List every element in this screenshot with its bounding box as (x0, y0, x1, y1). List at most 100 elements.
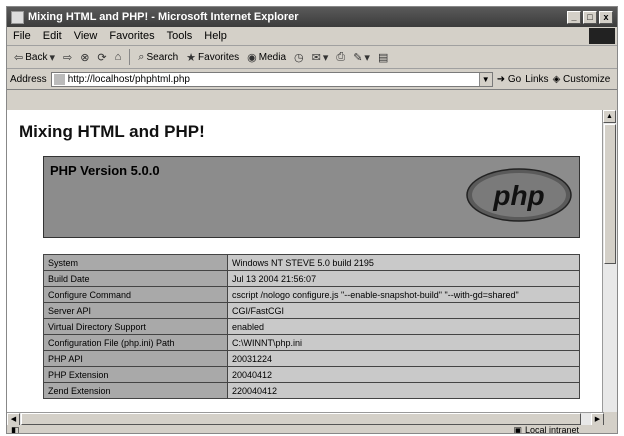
discuss-icon: ▤ (377, 51, 389, 64)
row-key: PHP Extension (43, 366, 228, 383)
home-button[interactable]: ⌂ (112, 51, 125, 63)
stop-button[interactable]: ⊗ (77, 51, 92, 64)
row-value: enabled (227, 318, 580, 335)
go-arrow-icon: ➜ (496, 73, 506, 85)
home-icon: ⌂ (114, 51, 122, 63)
menu-tools[interactable]: Tools (161, 30, 199, 42)
intranet-icon: ▣ (513, 424, 522, 434)
table-row: System Windows NT STEVE 5.0 build 2195 (43, 254, 580, 271)
status-zone: Local intranet (524, 425, 579, 434)
customize-links-button[interactable]: ◈ Customize (553, 74, 611, 85)
go-label: Go (507, 73, 522, 85)
row-value: 220040412 (227, 382, 580, 399)
table-row: Build Date Jul 13 2004 21:56:07 (43, 270, 580, 287)
address-input[interactable]: http://localhost/phphtml.php ▼ (50, 71, 493, 87)
favorites-button[interactable]: ★ Favorites (183, 51, 242, 64)
table-row: Zend Extension 220040412 (43, 382, 580, 399)
vertical-scrollbar[interactable]: ▲ (602, 110, 617, 412)
row-key: Zend Extension (43, 382, 228, 399)
row-key: Configuration File (php.ini) Path (43, 334, 228, 351)
page-title: Mixing HTML and PHP! (19, 122, 205, 141)
horizontal-scrollbar[interactable]: ◀ ▶ (7, 412, 604, 426)
php-version-header: PHP Version 5.0.0 php (43, 156, 580, 238)
media-button[interactable]: ◉ Media (244, 51, 289, 64)
row-key: Configure Command (43, 286, 228, 303)
row-value: C:\WINNT\php.ini (227, 334, 580, 351)
row-value: 20031224 (227, 350, 580, 367)
php-logo-text: php (492, 180, 544, 211)
row-key: Build Date (43, 270, 228, 287)
forward-arrow-icon: ⇨ (62, 51, 73, 64)
back-label: Back (25, 51, 48, 63)
window-controls: _ □ x (567, 10, 613, 24)
stop-icon: ⊗ (80, 51, 90, 64)
page-icon (53, 73, 65, 85)
media-label: Media (258, 51, 287, 63)
history-icon: ◷ (294, 51, 304, 64)
toolbar: ⇦ Back ▾ ⇨ ⊗ ⟳ ⌂ ⌕ Search ★ Favorites ◉ … (7, 46, 617, 69)
table-row: Configuration File (php.ini) Path C:\WINN… (43, 334, 580, 351)
vertical-scroll-thumb[interactable] (604, 124, 616, 264)
menu-view[interactable]: View (68, 30, 104, 42)
table-row: Server API CGI/FastCGI (43, 302, 580, 319)
edit-button[interactable]: ✎ ▾ (350, 51, 373, 64)
go-button[interactable]: ➜ Go (497, 74, 522, 85)
menu-edit[interactable]: Edit (37, 30, 68, 42)
media-icon: ◉ (247, 51, 257, 64)
mail-button[interactable]: ✉ ▾ (309, 51, 332, 64)
chevron-down-icon: ▾ (322, 51, 329, 64)
page-content: Mixing HTML and PHP! PHP Version 5.0.0 p… (7, 110, 604, 412)
table-row: Virtual Directory Support enabled (43, 318, 580, 335)
history-button[interactable]: ◷ (291, 51, 307, 64)
close-button[interactable]: x (599, 10, 613, 24)
scroll-up-icon[interactable]: ▲ (603, 110, 616, 123)
print-icon: ⎙ (336, 50, 346, 63)
links-button[interactable]: Links (525, 74, 548, 85)
customize-label: Customize (563, 73, 611, 85)
row-value: Windows NT STEVE 5.0 build 2195 (227, 254, 580, 271)
title-bar: Mixing HTML and PHP! - Microsoft Interne… (7, 7, 617, 27)
back-button[interactable]: ⇦ Back ▾ (11, 51, 58, 64)
row-value: cscript /nologo configure.js "--enable-s… (227, 286, 580, 303)
menu-file[interactable]: File (7, 30, 37, 42)
print-button[interactable]: ⎙ (333, 51, 348, 64)
horizontal-scroll-thumb[interactable] (21, 413, 581, 425)
refresh-icon: ⟳ (97, 51, 107, 64)
table-row: Configure Command cscript /nologo configu… (43, 286, 580, 303)
toolbar-divider (129, 49, 131, 65)
row-key: Server API (43, 302, 228, 319)
status-bar: ◧ ▣ Local intranet (7, 424, 617, 434)
forward-button[interactable]: ⇨ (60, 51, 75, 64)
address-url: http://localhost/phphtml.php (67, 73, 190, 85)
search-label: Search (146, 51, 179, 63)
customize-icon: ◈ (552, 73, 561, 85)
address-label: Address (10, 73, 47, 85)
favorites-icon: ★ (186, 51, 197, 64)
ie-icon (11, 10, 24, 24)
minimize-button[interactable]: _ (567, 10, 581, 24)
row-value: CGI/FastCGI (227, 302, 580, 319)
address-dropdown-icon[interactable]: ▼ (478, 72, 492, 86)
windows-logo-icon (589, 28, 615, 44)
refresh-button[interactable]: ⟳ (94, 51, 109, 64)
status-page-icon: ◧ (11, 424, 20, 434)
menu-favorites[interactable]: Favorites (103, 30, 160, 42)
favorites-label: Favorites (198, 51, 240, 63)
row-value: 20040412 (227, 366, 580, 383)
row-key: PHP API (43, 350, 228, 367)
search-button[interactable]: ⌕ Search (135, 51, 181, 64)
search-icon: ⌕ (138, 50, 145, 63)
back-arrow-icon: ⇦ (14, 51, 24, 64)
menu-help[interactable]: Help (198, 30, 233, 42)
discuss-button[interactable]: ▤ (375, 51, 391, 64)
php-version-text: PHP Version 5.0.0 (50, 163, 160, 178)
php-info-table: System Windows NT STEVE 5.0 build 2195 Bu… (43, 254, 580, 399)
row-key: Virtual Directory Support (43, 318, 228, 335)
browser-window: Mixing HTML and PHP! - Microsoft Interne… (6, 6, 618, 434)
maximize-button[interactable]: □ (583, 10, 597, 24)
edit-icon: ✎ (353, 51, 363, 64)
address-bar: Address http://localhost/phphtml.php ▼ ➜… (7, 69, 617, 90)
row-value: Jul 13 2004 21:56:07 (227, 270, 580, 287)
chevron-down-icon: ▾ (49, 51, 55, 64)
mail-icon: ✉ (311, 51, 321, 64)
